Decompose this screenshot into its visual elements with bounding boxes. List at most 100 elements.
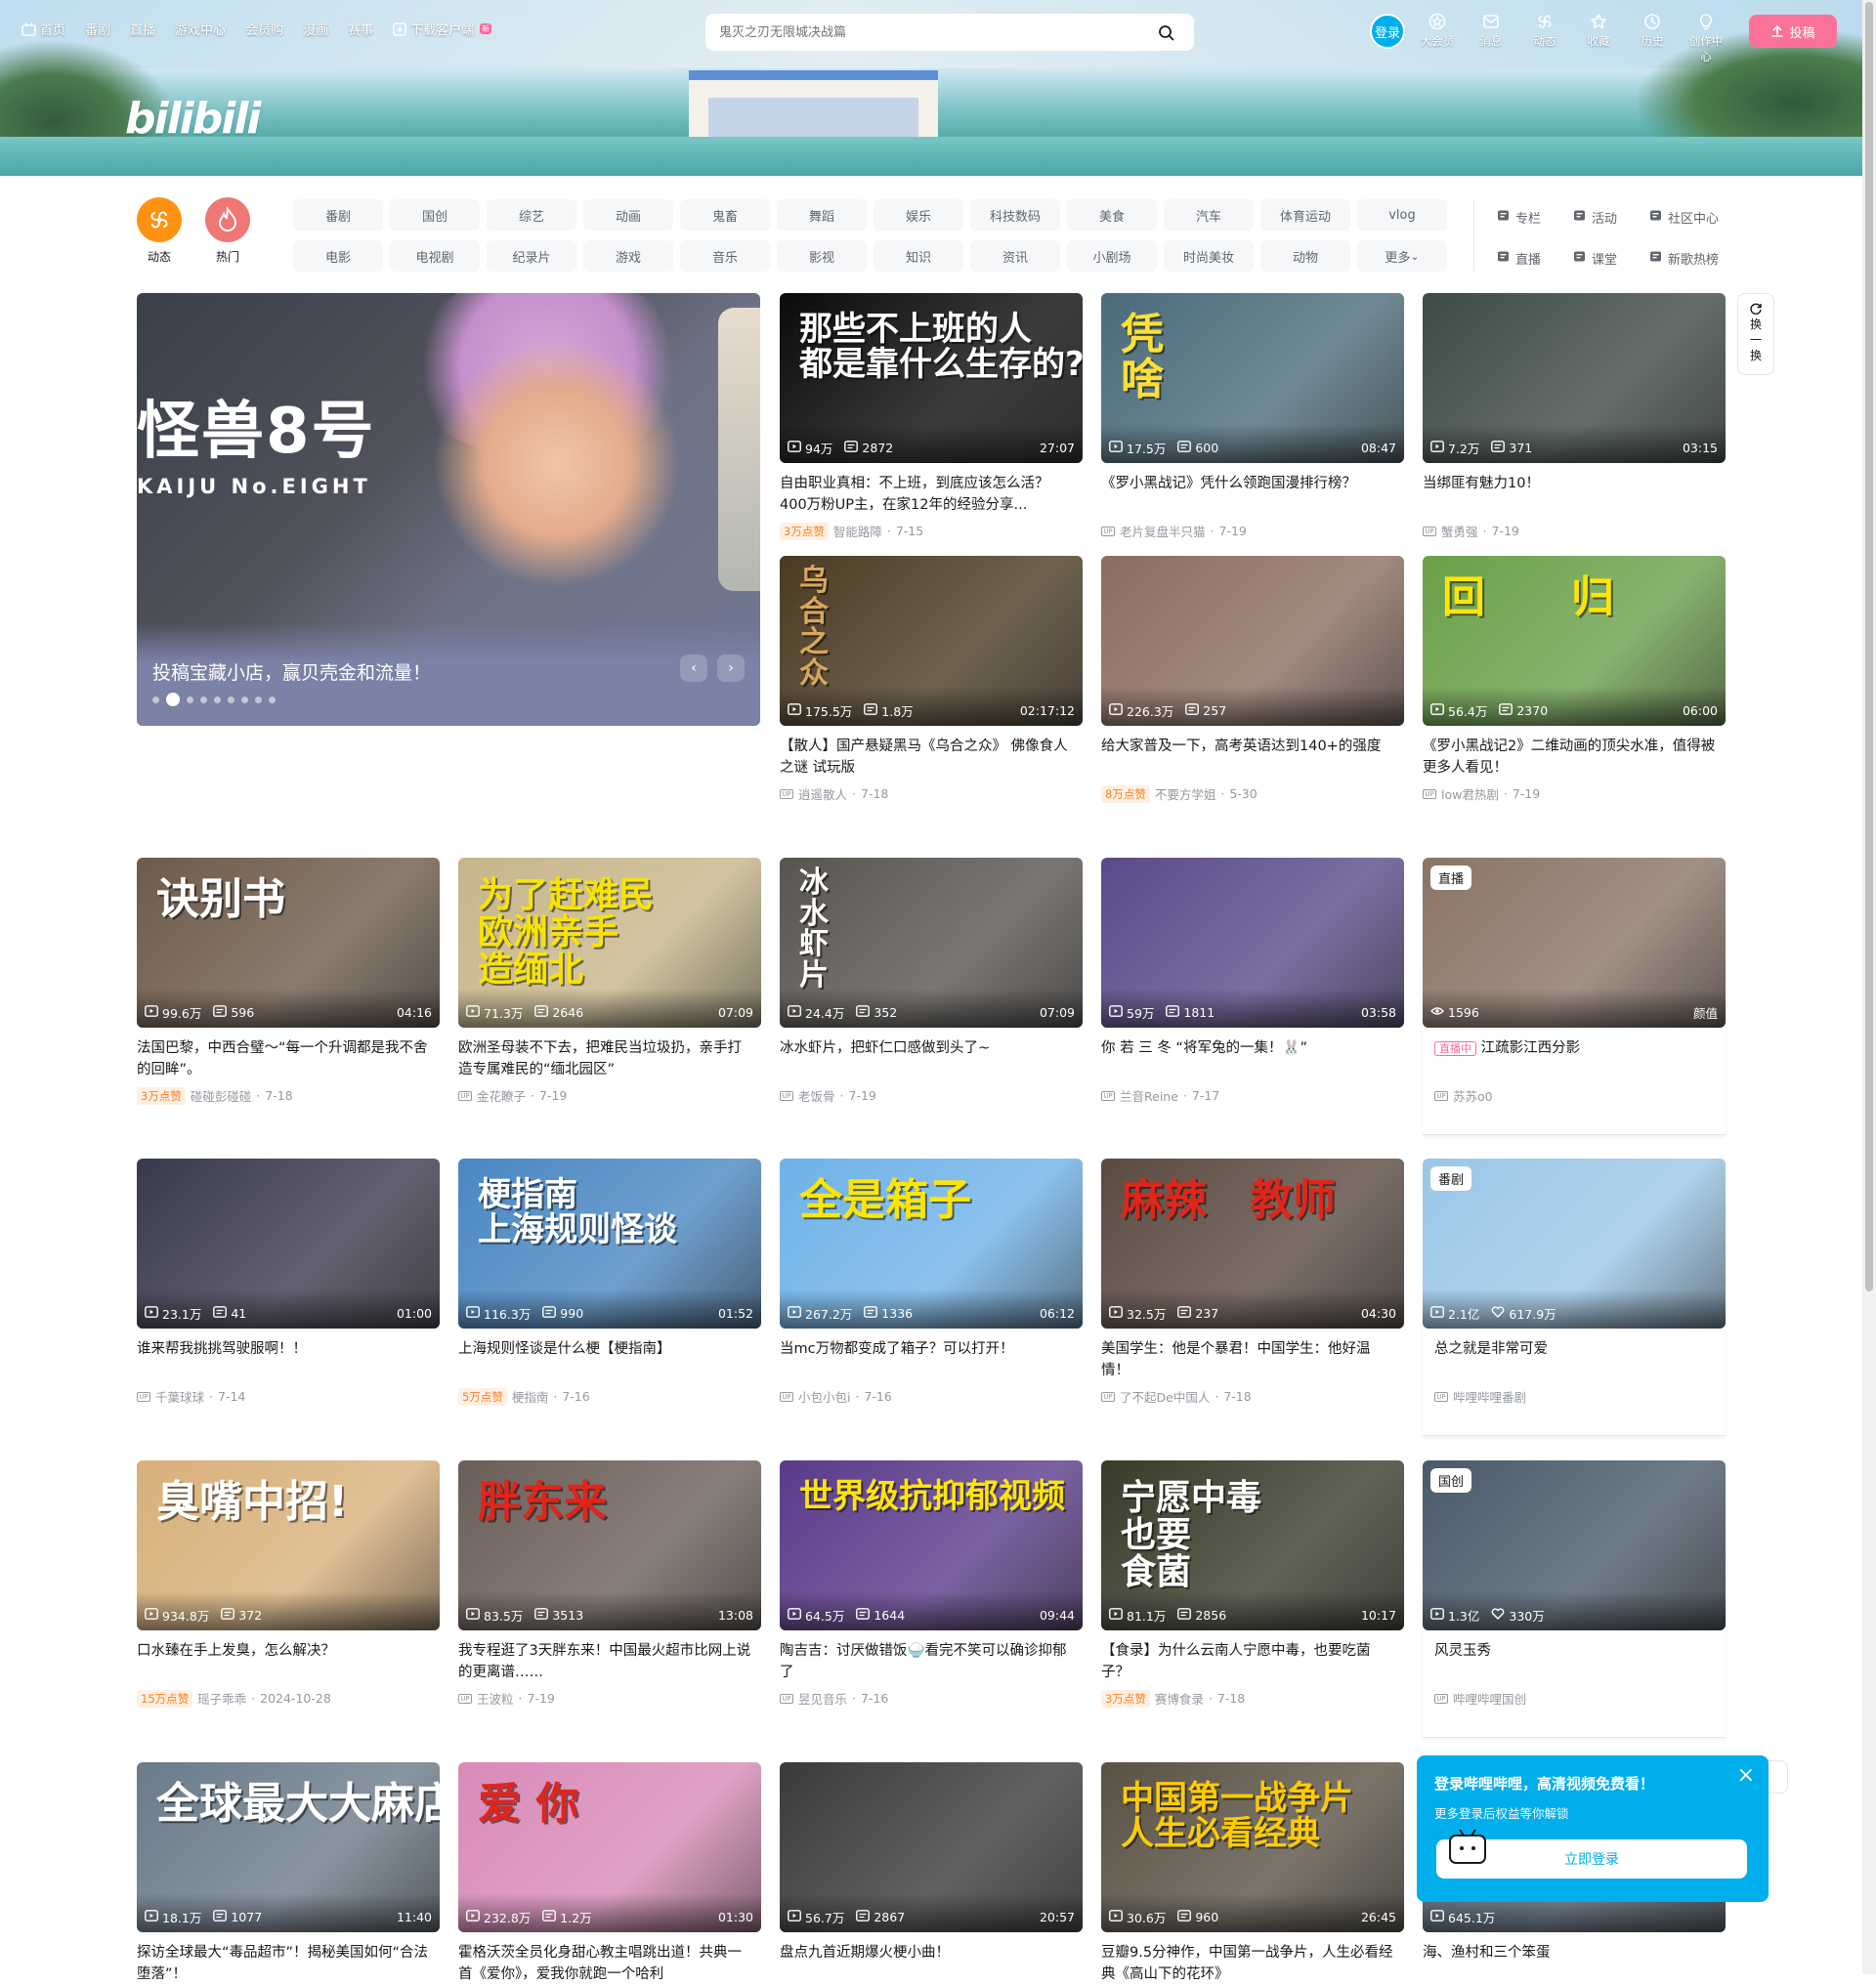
topnav-item-6[interactable]: 赛事 — [348, 20, 373, 38]
header-clock-button[interactable]: 历史 — [1634, 12, 1671, 64]
video-thumbnail[interactable]: 胖东来 83.5万 3513 13:08 — [458, 1460, 761, 1630]
close-icon[interactable]: × — [1737, 1765, 1755, 1787]
author-name[interactable]: 了不起De中国人 — [1120, 1387, 1210, 1406]
channel-tag[interactable]: 科技数码 — [970, 199, 1060, 231]
video-title[interactable]: 你 若 三 冬 “将军兔的一集！🐰” — [1101, 1037, 1404, 1080]
author-name[interactable]: 老片复盘半只猫 — [1120, 522, 1206, 540]
carousel-dot[interactable] — [166, 693, 180, 706]
video-card[interactable]: 胖东来 83.5万 3513 13:08 我专程逛了3天胖东来！中国最火超市比网上说的更… — [458, 1460, 761, 1708]
video-title[interactable]: 当绑匪有魅力10！ — [1423, 473, 1726, 516]
channel-tag[interactable]: 游戏 — [583, 240, 673, 272]
carousel-prev-button[interactable]: ‹ — [680, 655, 707, 682]
carousel-dot[interactable] — [241, 696, 248, 703]
channel-tag[interactable]: 综艺 — [487, 199, 576, 231]
author-name[interactable]: 苏苏o0 — [1453, 1086, 1493, 1105]
channel-hot[interactable]: 热门 — [205, 197, 250, 265]
channel-tag[interactable]: 电视剧 — [390, 240, 480, 272]
refresh-button[interactable]: 换 一 换 — [1737, 293, 1774, 375]
carousel-dot[interactable] — [214, 696, 221, 703]
video-title[interactable]: 霍格沃茨全员化身甜心教主唱跳出道！共典一首《爱你》，爱我你就跑一个哈利 — [458, 1942, 761, 1985]
carousel-dot[interactable] — [228, 696, 234, 703]
video-title[interactable]: 我专程逛了3天胖东来！中国最火超市比网上说的更离谱…… — [458, 1640, 761, 1683]
channel-tag[interactable]: 小剧场 — [1067, 240, 1157, 272]
channel-tag[interactable]: 音乐 — [680, 240, 770, 272]
author-name[interactable]: 不要方学姐 — [1155, 784, 1216, 803]
upload-button[interactable]: 投稿 — [1749, 15, 1837, 48]
channel-tag[interactable]: 美食 — [1067, 199, 1157, 231]
video-title[interactable]: 【散人】国产悬疑黑马《乌合之众》 佛像食人之谜 试玩版 — [780, 736, 1083, 779]
video-card[interactable]: 全球最大大麻店 18.1万 1077 11:40 探访全球最大“毒品超市”！揭秘美国如何… — [137, 1762, 440, 1985]
video-title[interactable]: 冰水虾片，把虾仁口感做到头了~ — [780, 1037, 1083, 1080]
video-card[interactable]: 臭嘴中招! 934.8万 372 口水臻在手上发臭，怎么解决？ 15万点赞 瑶子乖乖 · 20… — [137, 1460, 440, 1708]
author-name[interactable]: 千葉球球 — [155, 1387, 204, 1406]
video-title[interactable]: 总之就是非常可爱 — [1423, 1338, 1726, 1381]
video-thumbnail[interactable]: 23.1万 41 01:00 — [137, 1159, 440, 1329]
video-card[interactable]: 全是箱子 267.2万 1336 06:12 当mc万物都变成了箱子？可以打开！ UP 小包… — [780, 1159, 1083, 1406]
video-card[interactable]: 7.2万 371 03:15 当绑匪有魅力10！ UP 蟹勇强 · 7-19 — [1423, 293, 1726, 540]
video-card[interactable]: 59万 1811 03:58 你 若 三 冬 “将军兔的一集！🐰” UP 兰音Reine ·… — [1101, 858, 1404, 1105]
topnav-item-3[interactable]: 游戏中心 — [175, 20, 226, 38]
search-bar[interactable] — [705, 14, 1194, 51]
video-card[interactable]: 番剧 2.1亿 617.9万 总之就是非常可爱 UP 哔哩哔哩番剧 — [1423, 1159, 1726, 1436]
quick-link-1[interactable]: 活动 — [1573, 201, 1649, 232]
channel-tag[interactable]: 鬼畜 — [680, 199, 770, 231]
author-name[interactable]: 小包小包i — [798, 1387, 850, 1406]
topnav-item-1[interactable]: 番剧 — [85, 20, 110, 38]
author-name[interactable]: 碰碰彭碰碰 — [191, 1086, 252, 1105]
video-thumbnail[interactable]: 直播 1596 颜值 — [1423, 858, 1726, 1028]
video-thumbnail[interactable]: 回 归 56.4万 2370 06:00 — [1423, 556, 1726, 726]
author-name[interactable]: 智能路障 — [833, 522, 882, 540]
channel-tag[interactable]: 汽车 — [1164, 199, 1254, 231]
video-card[interactable]: 那些不上班的人 都是靠什么生存的? 94万 2872 27:07 自由职业真相：不上班，… — [780, 293, 1083, 540]
channel-tag[interactable]: 纪录片 — [487, 240, 576, 272]
video-title[interactable]: 直播中 江疏影江西分影 — [1423, 1037, 1726, 1080]
video-thumbnail[interactable]: 全是箱子 267.2万 1336 06:12 — [780, 1159, 1083, 1329]
author-name[interactable]: 兰音Reine — [1120, 1086, 1178, 1105]
video-thumbnail[interactable]: 梗指南 上海规则怪谈 116.3万 990 01:52 — [458, 1159, 761, 1329]
channel-tag[interactable]: 资讯 — [970, 240, 1060, 272]
video-title[interactable]: 盘点九首近期爆火梗小曲！ — [780, 1942, 1083, 1985]
channel-tag[interactable]: 舞蹈 — [777, 199, 867, 231]
video-card[interactable]: 直播 1596 颜值 直播中 江疏影江西分影 UP 苏苏o0 — [1423, 858, 1726, 1135]
header-dynamic-button[interactable]: 动态 — [1526, 12, 1563, 64]
topnav-item-4[interactable]: 会员购 — [245, 20, 283, 38]
video-card[interactable]: 国创 1.3亿 330万 风灵玉秀 UP 哔哩哔哩国创 — [1423, 1460, 1726, 1738]
video-thumbnail[interactable]: 56.7万 2867 20:57 — [780, 1762, 1083, 1932]
topnav-item-7[interactable]: 下载客户端新 — [393, 20, 492, 38]
video-card[interactable]: 梗指南 上海规则怪谈 116.3万 990 01:52 上海规则怪谈是什么梗【梗指南】 5… — [458, 1159, 761, 1406]
video-thumbnail[interactable]: 7.2万 371 03:15 — [1423, 293, 1726, 463]
video-thumbnail[interactable]: 凭 啥 17.5万 600 08:47 — [1101, 293, 1404, 463]
video-thumbnail[interactable]: 国创 1.3亿 330万 — [1423, 1460, 1726, 1630]
video-card[interactable]: 226.3万 257 给大家普及一下，高考英语达到140+的强度 8万点赞 不要方学姐 ·… — [1101, 556, 1404, 803]
author-name[interactable]: 蟹勇强 — [1441, 522, 1478, 540]
video-card[interactable]: 宁愿中毒 也要 食菌 81.1万 2856 10:17 【食录】为什么云南人宁愿中毒，也… — [1101, 1460, 1404, 1708]
carousel-title[interactable]: 投稿宝藏小店，赢贝壳金和流量！ — [152, 658, 431, 685]
video-title[interactable]: 上海规则怪谈是什么梗【梗指南】 — [458, 1338, 761, 1381]
header-bulb-button[interactable]: 创作中心 — [1687, 12, 1725, 64]
topnav-item-2[interactable]: 直播 — [130, 20, 155, 38]
channel-tag[interactable]: 电影 — [293, 240, 383, 272]
video-thumbnail[interactable]: 臭嘴中招! 934.8万 372 — [137, 1460, 440, 1630]
video-title[interactable]: 海、渔村和三个笨蛋 — [1423, 1942, 1726, 1985]
login-avatar-button[interactable]: 登录 — [1370, 14, 1405, 49]
video-card[interactable]: 为了赶难民 欧洲亲手 造缅北 71.3万 2646 07:09 欧洲圣母装不下去，把难民… — [458, 858, 761, 1105]
carousel-next-button[interactable]: › — [717, 655, 745, 682]
topnav-item-5[interactable]: 漫画 — [303, 20, 328, 38]
channel-tag[interactable]: 番剧 — [293, 199, 383, 231]
video-thumbnail[interactable]: 麻辣 教师 32.5万 237 04:30 — [1101, 1159, 1404, 1329]
video-card[interactable]: 爱 你 232.8万 1.2万 01:30 霍格沃茨全员化身甜心教主唱跳出道！共典一首《… — [458, 1762, 761, 1985]
video-card[interactable]: 中国第一战争片 人生必看经典 30.6万 960 26:45 豆瓣9.5分神作，中国第一… — [1101, 1762, 1404, 1985]
channel-tag[interactable]: 知识 — [874, 240, 963, 272]
video-thumbnail[interactable]: 226.3万 257 — [1101, 556, 1404, 726]
video-title[interactable]: 谁来帮我挑挑驾驶服啊！！ — [137, 1338, 440, 1381]
carousel-dot[interactable] — [187, 696, 193, 703]
quick-link-0[interactable]: 专栏 — [1497, 201, 1573, 232]
author-name[interactable]: 老饭骨 — [798, 1086, 835, 1105]
carousel-dot[interactable] — [200, 696, 207, 703]
author-name[interactable]: 金花瞭子 — [477, 1086, 526, 1105]
author-name[interactable]: 瑶子乖乖 — [197, 1689, 246, 1708]
carousel-dot[interactable] — [255, 696, 262, 703]
topnav-item-0[interactable]: 首页 — [21, 20, 65, 38]
video-title[interactable]: 陶吉吉：讨厌做错饭🍚看完不笑可以确诊抑郁了 — [780, 1640, 1083, 1683]
video-thumbnail[interactable]: 全球最大大麻店 18.1万 1077 11:40 — [137, 1762, 440, 1932]
